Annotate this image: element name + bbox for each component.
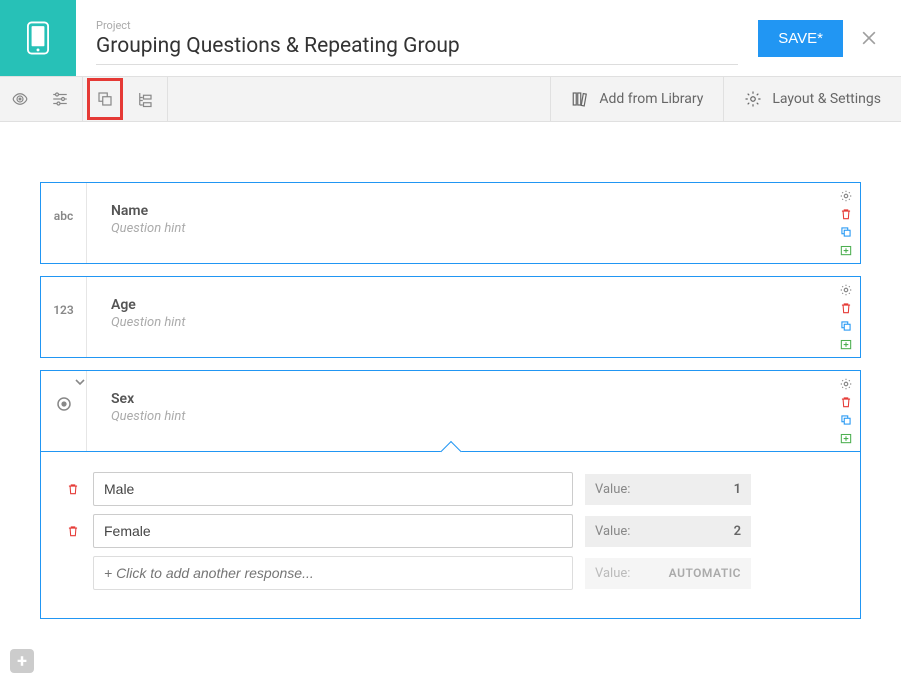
layout-settings-button[interactable]: Layout & Settings [723,77,901,121]
option-add-row[interactable]: Value: AUTOMATIC [65,556,836,590]
phone-icon [27,21,49,55]
header-actions: SAVE* [758,0,901,76]
add-from-library-label: Add from Library [599,91,703,107]
question-type-text[interactable]: abc [41,183,87,263]
settings-icon[interactable] [839,283,853,297]
option-value-label: Value: [595,524,630,539]
option-value-number: 1 [734,482,741,497]
eye-icon [11,90,29,108]
question-body: Age Question hint [87,277,832,357]
option-value-auto: AUTOMATIC [669,566,741,581]
option-value-display[interactable]: Value: 2 [585,516,751,547]
insert-cascade-button[interactable] [125,76,165,122]
question-card-name[interactable]: abc Name Question hint [40,182,861,264]
header: Project Grouping Questions & Repeating G… [0,0,901,76]
option-value-number: 2 [734,524,741,539]
options-panel: Value: 1 Value: 2 Value: AUTOMATIC [40,452,861,619]
list-settings-button[interactable] [40,76,80,122]
question-actions [832,277,860,357]
sliders-icon [51,90,69,108]
option-row: Value: 2 [65,514,836,548]
layout-settings-label: Layout & Settings [772,91,881,107]
delete-icon[interactable] [839,207,853,221]
toolbar-separator [167,76,168,122]
preview-button[interactable] [0,76,40,122]
save-button[interactable]: SAVE* [758,20,843,57]
app-logo [0,0,76,76]
question-label[interactable]: Name [111,203,808,219]
option-label-input[interactable] [93,514,573,548]
radio-icon [55,395,73,413]
add-to-library-icon[interactable] [839,431,853,445]
close-icon[interactable] [859,28,879,48]
option-label-input[interactable] [93,472,573,506]
question-actions [832,371,860,451]
add-to-library-icon[interactable] [839,337,853,351]
option-delete-button[interactable] [65,524,81,538]
settings-icon[interactable] [839,377,853,391]
add-question-button[interactable]: + [10,649,34,673]
form-canvas: abc Name Question hint 123 Age Question … [0,122,901,671]
option-row: Value: 1 [65,472,836,506]
question-hint[interactable]: Question hint [111,315,808,330]
question-type-number[interactable]: 123 [41,277,87,357]
question-label[interactable]: Age [111,297,808,313]
gear-icon [744,90,762,108]
question-body: Sex Question hint [87,371,832,451]
trash-icon [66,482,80,496]
option-value-label: Value: [595,566,630,581]
option-value-display-auto: Value: AUTOMATIC [585,558,751,589]
delete-icon[interactable] [839,395,853,409]
toolbar-spacer [170,77,550,121]
duplicate-icon[interactable] [839,319,853,333]
duplicate-icon[interactable] [839,413,853,427]
toolbar-left [0,77,170,121]
option-add-input[interactable] [93,556,573,590]
question-label[interactable]: Sex [111,391,808,407]
question-card-age[interactable]: 123 Age Question hint [40,276,861,358]
project-title-area: Project Grouping Questions & Repeating G… [76,0,758,76]
toolbar-separator [82,76,83,122]
project-title[interactable]: Grouping Questions & Repeating Group [96,34,738,65]
question-hint[interactable]: Question hint [111,221,808,236]
option-value-label: Value: [595,482,630,497]
question-hint[interactable]: Question hint [111,409,808,424]
group-icon [96,90,114,108]
add-from-library-button[interactable]: Add from Library [550,77,723,121]
group-questions-button[interactable] [85,76,125,122]
cascade-icon [136,90,154,108]
settings-icon[interactable] [839,189,853,203]
library-icon [571,90,589,108]
duplicate-icon[interactable] [839,225,853,239]
delete-icon[interactable] [839,301,853,315]
add-to-library-icon[interactable] [839,243,853,257]
trash-icon [66,524,80,538]
option-delete-button[interactable] [65,482,81,496]
project-label: Project [96,19,738,32]
question-actions [832,183,860,263]
caret-down-icon[interactable] [75,377,85,387]
toolbar: Add from Library Layout & Settings [0,76,901,122]
question-body: Name Question hint [87,183,832,263]
option-value-display[interactable]: Value: 1 [585,474,751,505]
